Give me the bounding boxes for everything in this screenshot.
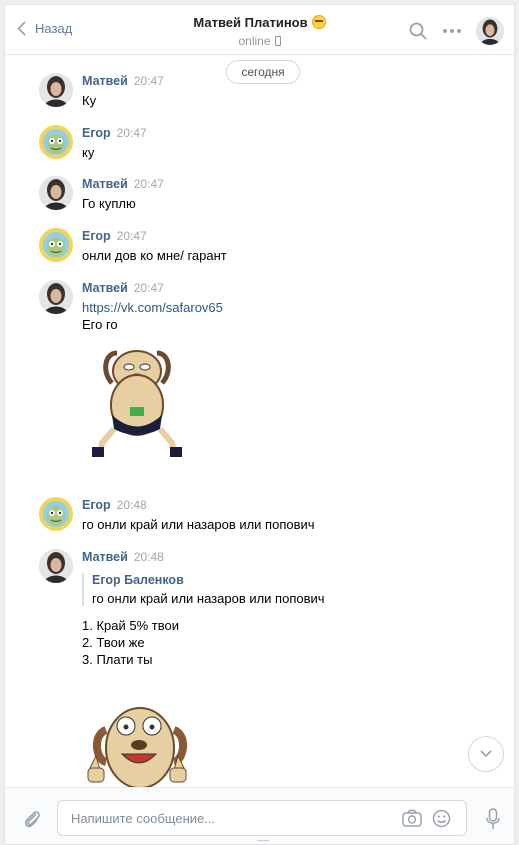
sticker-image[interactable] (82, 690, 192, 787)
message[interactable]: Матвей 20:47 Ку (39, 73, 499, 109)
avatar[interactable] (39, 176, 73, 210)
message-text: онли дов ко мне/ гарант (82, 248, 227, 263)
message-text: Его го (82, 317, 118, 332)
avatar[interactable] (39, 228, 73, 262)
status-text: online (238, 34, 271, 48)
message-time[interactable]: 20:47 (134, 74, 164, 88)
avatar[interactable] (39, 73, 73, 107)
message-time[interactable]: 20:48 (134, 550, 164, 564)
message-text: го онли край или назаров или попович (82, 517, 315, 532)
message-time[interactable]: 20:47 (117, 126, 147, 140)
camera-icon[interactable] (402, 809, 422, 827)
reply-quote[interactable]: Егор Баленков го онли край или назаров и… (82, 573, 499, 606)
message-text: 1. Край 5% твои 2. Твои же 3. Плати ты (82, 617, 499, 668)
search-icon[interactable] (408, 21, 428, 41)
avatar[interactable] (39, 125, 73, 159)
peer-name[interactable]: Матвей Платинов (193, 15, 307, 30)
mic-icon[interactable] (486, 808, 500, 830)
message-input-box[interactable] (57, 800, 467, 836)
message[interactable]: Матвей 20:47 https://vk.com/safarov65 Его… (39, 280, 499, 461)
reply-text: го онли край или назаров или попович (92, 591, 325, 606)
peer-avatar[interactable] (476, 17, 504, 45)
message-line: 2. Твои же (82, 635, 145, 650)
message-text: ку (82, 145, 95, 160)
mobile-icon (274, 36, 281, 46)
scroll-down-button[interactable] (468, 736, 504, 772)
header-actions (408, 17, 504, 45)
reply-author[interactable]: Егор Баленков (92, 573, 499, 587)
chevron-down-icon (480, 750, 492, 758)
avatar[interactable] (39, 280, 73, 314)
message-time[interactable]: 20:47 (134, 177, 164, 191)
message[interactable]: Егор 20:48 го онли край или назаров или п… (39, 497, 499, 533)
message-time[interactable]: 20:47 (134, 281, 164, 295)
message-time[interactable]: 20:48 (117, 498, 147, 512)
avatar[interactable] (39, 549, 73, 583)
message-author[interactable]: Егор (82, 229, 111, 243)
message-author[interactable]: Егор (82, 498, 111, 512)
chat-window: Назад Матвей Платинов online сегодня Мат… (4, 4, 515, 845)
more-icon[interactable] (442, 21, 462, 41)
resize-handle[interactable] (257, 840, 269, 844)
message-author[interactable]: Матвей (82, 177, 128, 191)
sticker-image[interactable] (82, 343, 192, 461)
message-input[interactable] (58, 801, 378, 835)
message[interactable]: Егор 20:47 онли дов ко мне/ гарант (39, 228, 499, 264)
message-author[interactable]: Матвей (82, 74, 128, 88)
message-author[interactable]: Матвей (82, 550, 128, 564)
message-text: Го куплю (82, 196, 136, 211)
message-author[interactable]: Матвей (82, 281, 128, 295)
emoji-icon (311, 15, 326, 29)
attach-icon[interactable] (23, 808, 41, 830)
message-composer (5, 787, 514, 844)
message[interactable]: Матвей 20:47 Го куплю (39, 176, 499, 212)
message-text: Ку (82, 93, 97, 108)
message[interactable]: Матвей 20:48 Егор Баленков го онли край и… (39, 549, 499, 787)
message-author[interactable]: Егор (82, 126, 111, 140)
message-history[interactable]: сегодня Матвей 20:47 Ку Егор 20:47 ку Матв… (5, 56, 514, 787)
message-line: 1. Край 5% твои (82, 618, 179, 633)
avatar[interactable] (39, 497, 73, 531)
smile-icon[interactable] (432, 809, 451, 828)
message-line: 3. Плати ты (82, 652, 153, 667)
message-link[interactable]: https://vk.com/safarov65 (82, 300, 223, 315)
chat-header: Назад Матвей Платинов online (5, 5, 514, 55)
message[interactable]: Егор 20:47 ку (39, 125, 499, 161)
message-time[interactable]: 20:47 (117, 229, 147, 243)
